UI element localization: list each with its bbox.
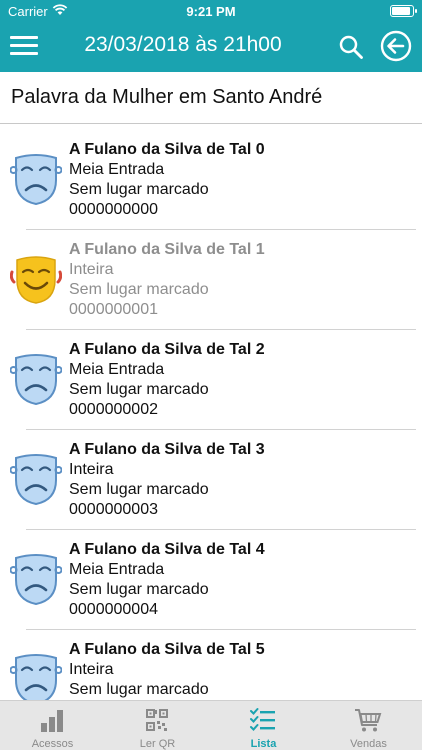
ticket-seat: Sem lugar marcado xyxy=(69,681,209,698)
ticket-seat: Sem lugar marcado xyxy=(69,581,209,598)
ticket-row[interactable]: A Fulano da Silva de Tal 0 Meia Entrada Se… xyxy=(0,130,422,230)
back-arrow-icon[interactable] xyxy=(380,30,412,62)
checklist-icon xyxy=(250,708,275,731)
event-header: Palavra da Mulher em Santo André xyxy=(0,72,422,124)
ticket-info: A Fulano da Silva de Tal 5 Inteira Sem lug… xyxy=(69,640,265,700)
tab-label: Ler QR xyxy=(139,738,176,750)
happy-mask-icon xyxy=(10,256,62,304)
ticket-code: 0000000003 xyxy=(69,501,158,518)
tab-lista[interactable]: Lista xyxy=(211,701,316,750)
ticket-code: 0000000002 xyxy=(69,401,158,418)
ticket-holder-name: A Fulano da Silva de Tal 1 xyxy=(69,241,265,258)
ticket-holder-name: A Fulano da Silva de Tal 4 xyxy=(69,541,265,558)
qr-code-icon xyxy=(146,709,168,731)
ticket-seat: Sem lugar marcado xyxy=(69,481,209,498)
ticket-type: Inteira xyxy=(69,261,114,278)
sad-mask-icon xyxy=(10,354,62,406)
sad-mask-icon xyxy=(10,454,62,506)
ticket-code: 0000000000 xyxy=(69,201,158,218)
ticket-code: 0000000004 xyxy=(69,601,158,618)
ticket-info: A Fulano da Silva de Tal 0 Meia Entrada Se… xyxy=(69,140,265,220)
status-bar: Carrier 9:21 PM xyxy=(0,0,422,22)
nav-bar: 23/03/2018 às 21h00 xyxy=(0,22,422,72)
tab-label: Lista xyxy=(250,738,277,750)
tab-ler-qr[interactable]: Ler QR xyxy=(105,701,210,750)
sad-mask-icon xyxy=(10,654,62,700)
ticket-type: Inteira xyxy=(69,461,114,478)
ticket-type: Meia Entrada xyxy=(69,561,165,578)
ticket-type: Meia Entrada xyxy=(69,361,165,378)
ticket-code: 0000000001 xyxy=(69,301,158,318)
ticket-row[interactable]: A Fulano da Silva de Tal 5 Inteira Sem lug… xyxy=(0,630,422,700)
menu-icon[interactable] xyxy=(10,34,38,58)
tab-vendas[interactable]: Vendas xyxy=(316,701,421,750)
clock: 9:21 PM xyxy=(186,4,236,19)
tab-label: Vendas xyxy=(350,738,387,750)
ticket-info: A Fulano da Silva de Tal 2 Meia Entrada Se… xyxy=(69,340,265,420)
ticket-holder-name: A Fulano da Silva de Tal 0 xyxy=(69,141,265,158)
battery-icon xyxy=(390,5,417,17)
ticket-row[interactable]: A Fulano da Silva de Tal 2 Meia Entrada Se… xyxy=(0,330,422,430)
ticket-info: A Fulano da Silva de Tal 4 Meia Entrada Se… xyxy=(69,540,265,620)
tab-bar: Acessos Ler QR Lista Vendas xyxy=(0,700,422,750)
ticket-seat: Sem lugar marcado xyxy=(69,181,209,198)
ticket-holder-name: A Fulano da Silva de Tal 3 xyxy=(69,441,265,458)
ticket-type: Meia Entrada xyxy=(69,161,165,178)
search-icon[interactable] xyxy=(338,34,364,60)
ticket-seat: Sem lugar marcado xyxy=(69,281,209,298)
ticket-holder-name: A Fulano da Silva de Tal 2 xyxy=(69,341,265,358)
ticket-list[interactable]: A Fulano da Silva de Tal 0 Meia Entrada Se… xyxy=(0,130,422,700)
ticket-row[interactable]: A Fulano da Silva de Tal 3 Inteira Sem lug… xyxy=(0,430,422,530)
ticket-row[interactable]: A Fulano da Silva de Tal 4 Meia Entrada Se… xyxy=(0,530,422,630)
tab-label: Acessos xyxy=(31,738,74,750)
cart-icon xyxy=(355,709,382,732)
tab-acessos[interactable]: Acessos xyxy=(0,701,105,750)
sad-mask-icon xyxy=(10,154,62,206)
ticket-holder-name: A Fulano da Silva de Tal 5 xyxy=(69,641,265,658)
sad-mask-icon xyxy=(10,554,62,606)
ticket-type: Inteira xyxy=(69,661,114,678)
ticket-info: A Fulano da Silva de Tal 1 Inteira Sem lug… xyxy=(69,240,265,320)
bar-chart-icon xyxy=(41,710,63,732)
event-title: Palavra da Mulher em Santo André xyxy=(11,86,323,108)
ticket-info: A Fulano da Silva de Tal 3 Inteira Sem lug… xyxy=(69,440,265,520)
ticket-row[interactable]: A Fulano da Silva de Tal 1 Inteira Sem lug… xyxy=(0,230,422,330)
ticket-seat: Sem lugar marcado xyxy=(69,381,209,398)
session-datetime: 23/03/2018 às 21h00 xyxy=(84,33,282,56)
